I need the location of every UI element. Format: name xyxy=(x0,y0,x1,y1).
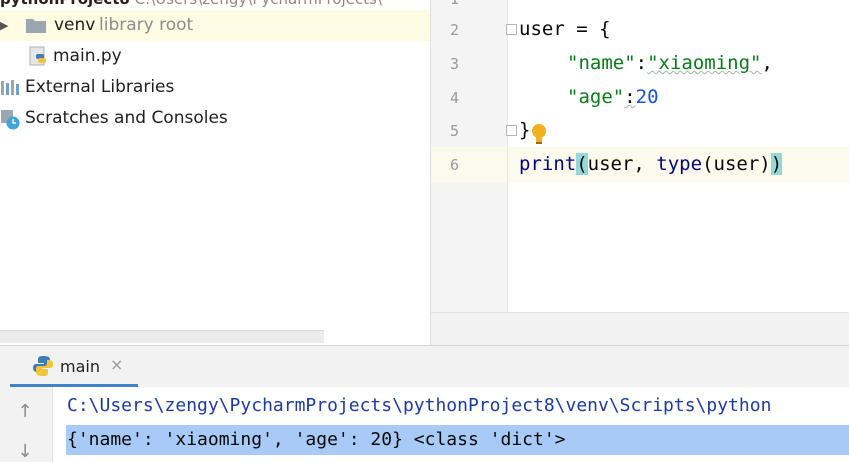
tree-item-main-py[interactable]: main.py xyxy=(0,41,430,72)
libraries-icon xyxy=(1,80,19,95)
code-token: ( xyxy=(576,153,588,175)
code-line-2: user = { xyxy=(519,18,611,40)
library-root-label: library root xyxy=(99,15,194,35)
code-editor[interactable]: 1 2 3 4 5 6 user = { "name":"xiaoming", … xyxy=(430,0,849,346)
code-token: (user) xyxy=(702,153,771,175)
code-token: , xyxy=(761,52,773,74)
tree-item-label: venv xyxy=(54,15,96,35)
line-number: 2 xyxy=(449,21,459,39)
lightbulb-icon[interactable] xyxy=(530,123,548,145)
tree-item-label: main.py xyxy=(53,46,122,66)
line-number: 6 xyxy=(449,156,459,174)
run-console[interactable]: ↑ ↓ C:\Users\zengy\PycharmProjects\pytho… xyxy=(0,387,849,462)
code-line-6: print(user, type(user)) xyxy=(519,153,783,175)
chevron-right-icon[interactable]: ▶ xyxy=(0,10,8,41)
code-token: user xyxy=(519,18,565,40)
fold-close-icon[interactable] xyxy=(506,125,517,136)
python-icon xyxy=(33,356,53,376)
code-token: user, xyxy=(587,153,657,175)
fold-guide xyxy=(507,0,508,312)
run-tab-label: main xyxy=(60,357,100,376)
code-token: "age" xyxy=(567,86,625,108)
console-command-line[interactable]: C:\Users\zengy\PycharmProjects\pythonPro… xyxy=(67,395,771,416)
project-tool-window: pythonProject8 C:\Users\zengy\PycharmPro… xyxy=(0,0,430,345)
code-token: 20 xyxy=(635,86,659,108)
tab-run-main[interactable]: main × xyxy=(10,346,138,387)
code-token: : xyxy=(635,52,648,74)
tree-item-external-libraries[interactable]: External Libraries xyxy=(0,72,430,103)
project-root-name: pythonProject8 xyxy=(0,0,130,8)
code-token: } xyxy=(519,119,531,141)
tree-item-venv[interactable]: ▶ venv library root xyxy=(0,10,430,41)
project-root-path: C:\Users\zengy\PycharmProjects\ xyxy=(135,0,382,8)
code-token: print xyxy=(519,153,577,175)
python-file-icon xyxy=(29,46,46,66)
tree-item-label: Scratches and Consoles xyxy=(25,108,228,128)
scratches-icon xyxy=(1,110,20,130)
fold-open-icon[interactable] xyxy=(506,24,517,35)
horizontal-scrollbar[interactable] xyxy=(0,330,324,343)
code-token: ) xyxy=(770,153,783,175)
code-line-5: } xyxy=(519,119,530,141)
code-token: = { xyxy=(564,18,611,40)
arrow-up-icon[interactable]: ↑ xyxy=(14,401,36,423)
line-number: 5 xyxy=(449,122,459,140)
run-toolbar: ↑ ↓ xyxy=(0,387,53,462)
line-number: 4 xyxy=(449,89,459,107)
run-tool-window-header: main × xyxy=(0,345,849,387)
code-token: type xyxy=(656,153,703,175)
code-token: "name" xyxy=(567,52,636,74)
code-line-4: "age":20 xyxy=(567,86,659,108)
line-number: 3 xyxy=(449,55,459,73)
code-token: : xyxy=(624,86,636,108)
project-root-row[interactable]: pythonProject8 C:\Users\zengy\PycharmPro… xyxy=(0,0,430,8)
close-icon[interactable]: × xyxy=(110,355,123,374)
console-output-line[interactable]: {'name': 'xiaoming', 'age': 20} <class '… xyxy=(66,425,849,455)
code-line-3: "name":"xiaoming", xyxy=(567,52,773,74)
code-token: "xiaoming" xyxy=(647,52,762,74)
editor-bottom-bar xyxy=(431,312,849,346)
folder-icon xyxy=(26,19,46,33)
tree-item-label: External Libraries xyxy=(25,77,175,97)
line-number: 1 xyxy=(431,0,459,8)
arrow-down-icon[interactable]: ↓ xyxy=(14,441,36,463)
tree-item-scratches[interactable]: Scratches and Consoles xyxy=(0,103,430,134)
